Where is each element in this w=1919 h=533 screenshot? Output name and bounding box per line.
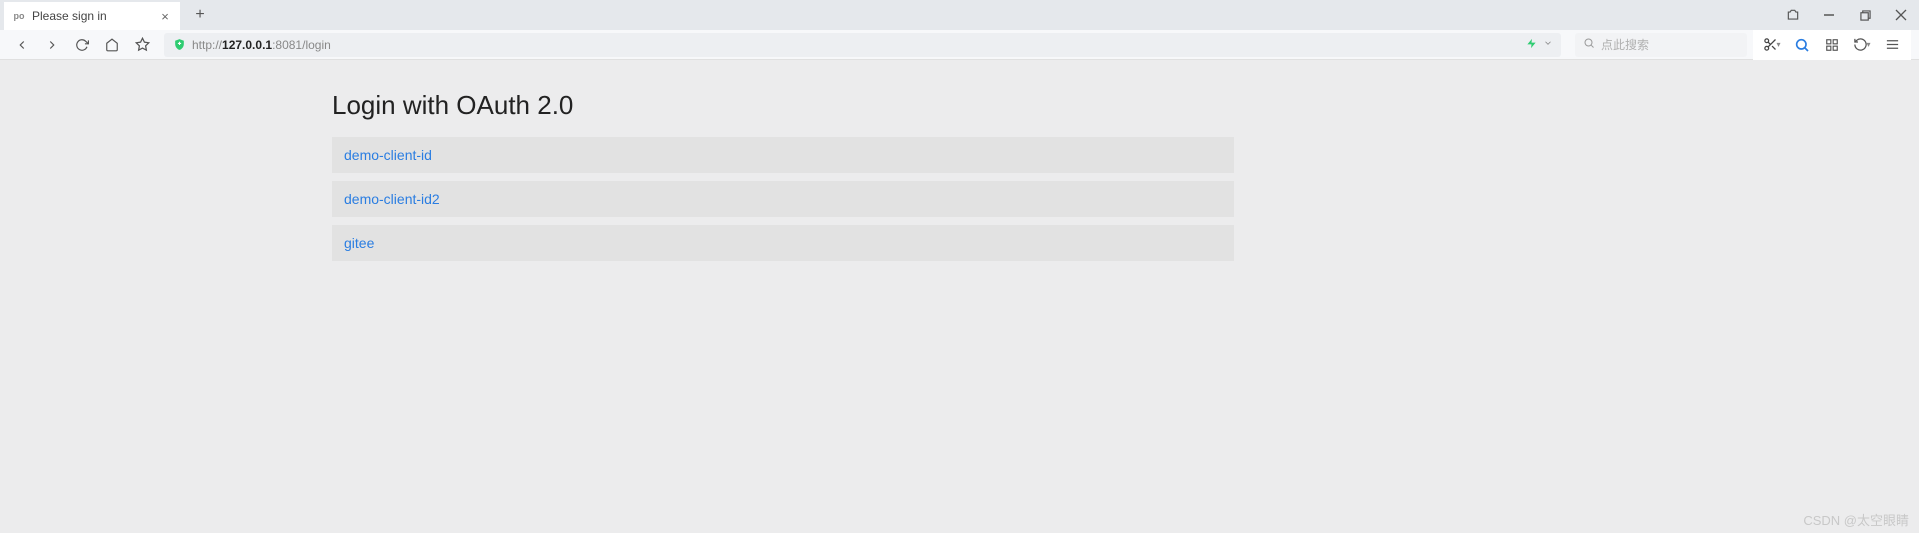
maximize-button[interactable] <box>1847 0 1883 30</box>
window-controls <box>1775 0 1919 30</box>
minimize-button[interactable] <box>1811 0 1847 30</box>
oauth-provider-link[interactable]: demo-client-id2 <box>332 181 1234 217</box>
url-path: :8081/login <box>272 38 331 52</box>
page-title: Login with OAuth 2.0 <box>332 90 1234 121</box>
page-content: Login with OAuth 2.0 demo-client-id demo… <box>0 60 1919 533</box>
toolbar-right-icons: ▾ ▾ <box>1753 30 1911 60</box>
tab-favicon: po <box>12 9 26 23</box>
search-placeholder: 点此搜索 <box>1601 36 1649 53</box>
tab-title: Please sign in <box>32 9 152 23</box>
shield-icon <box>172 38 186 52</box>
bookmark-button[interactable] <box>128 31 156 59</box>
forward-button[interactable] <box>38 31 66 59</box>
address-bar[interactable]: http://127.0.0.1:8081/login <box>164 33 1561 57</box>
search-input[interactable]: 点此搜索 <box>1575 33 1747 57</box>
home-button[interactable] <box>98 31 126 59</box>
menu-icon[interactable] <box>1879 31 1905 59</box>
chevron-down-icon[interactable] <box>1543 38 1553 51</box>
scissors-icon[interactable]: ▾ <box>1759 31 1785 59</box>
toolbar: http://127.0.0.1:8081/login 点此搜索 ▾ <box>0 30 1919 60</box>
bolt-icon[interactable] <box>1526 38 1537 52</box>
login-container: Login with OAuth 2.0 demo-client-id demo… <box>332 90 1234 261</box>
close-tab-icon[interactable]: × <box>158 9 172 23</box>
reload-button[interactable] <box>68 31 96 59</box>
close-window-button[interactable] <box>1883 0 1919 30</box>
extensions-icon[interactable] <box>1775 0 1811 30</box>
watermark: CSDN @太空眼睛 <box>1803 510 1909 529</box>
url-protocol: http:// <box>192 38 222 52</box>
find-icon[interactable] <box>1789 31 1815 59</box>
address-right-controls <box>1526 38 1553 52</box>
url-host: 127.0.0.1 <box>222 38 272 52</box>
tab-strip: po Please sign in × + <box>0 0 1919 30</box>
url-text: http://127.0.0.1:8081/login <box>192 38 331 52</box>
oauth-provider-link[interactable]: demo-client-id <box>332 137 1234 173</box>
grid-icon[interactable] <box>1819 31 1845 59</box>
back-button[interactable] <box>8 31 36 59</box>
oauth-provider-link[interactable]: gitee <box>332 225 1234 261</box>
browser-tab[interactable]: po Please sign in × <box>4 2 180 30</box>
search-icon <box>1583 37 1595 52</box>
new-tab-button[interactable]: + <box>186 1 214 29</box>
undo-icon[interactable]: ▾ <box>1849 31 1875 59</box>
